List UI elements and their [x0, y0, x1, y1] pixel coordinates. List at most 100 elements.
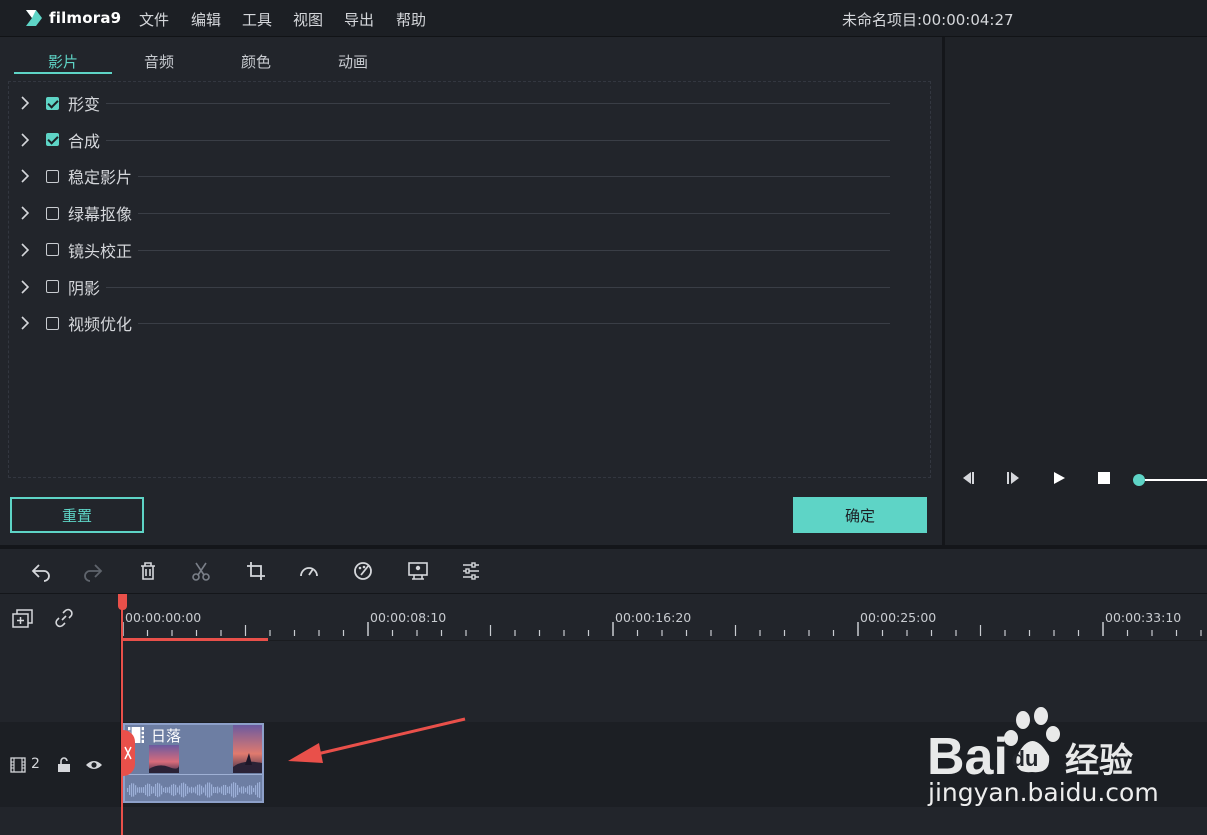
delete-icon[interactable] — [137, 560, 159, 582]
effect-checkbox[interactable] — [46, 133, 59, 147]
speed-icon[interactable] — [298, 560, 320, 582]
effect-checkbox[interactable] — [46, 206, 59, 220]
waveform-bar — [175, 784, 177, 796]
film-icon — [10, 757, 26, 773]
logo-text: filmora9 — [49, 9, 122, 27]
effect-row[interactable]: 镜头校正 — [16, 238, 132, 262]
waveform-bar — [145, 784, 147, 796]
effect-row[interactable]: 阴影 — [16, 275, 100, 299]
waveform-bar — [137, 787, 139, 793]
play-icon[interactable] — [1050, 469, 1068, 487]
prev-frame-icon[interactable] — [959, 469, 977, 487]
effect-row-separator — [106, 103, 890, 104]
waveform-bar — [229, 786, 231, 794]
waveform-bar — [219, 787, 221, 793]
waveform-bar — [245, 787, 247, 793]
waveform-bar — [143, 787, 145, 793]
ruler-label: 00:00:08:10 — [370, 610, 447, 625]
waveform-bar — [141, 787, 143, 793]
chevron-right-icon[interactable] — [16, 94, 34, 112]
playback-slider-handle[interactable] — [1133, 474, 1145, 486]
waveform-bar — [209, 782, 211, 798]
effect-row-separator — [138, 249, 890, 251]
undo-icon[interactable] — [30, 560, 52, 582]
active-tab-indicator — [14, 72, 112, 74]
waveform-bar — [169, 786, 171, 794]
waveform-bar — [207, 782, 209, 798]
timeline-ruler[interactable]: 00:00:00:00 00:00:08:10 00:00:16:20 00:00:2… — [121, 594, 1207, 640]
chevron-right-icon[interactable] — [16, 241, 34, 259]
eye-icon[interactable] — [85, 758, 103, 772]
waveform-bar — [171, 784, 173, 796]
clip-thumbnail-right — [233, 725, 262, 773]
link-icon[interactable] — [54, 608, 74, 628]
next-frame-icon[interactable] — [1004, 469, 1022, 487]
menu-export[interactable]: 导出 — [344, 9, 374, 30]
effect-row[interactable]: 合成 — [16, 128, 100, 152]
effect-row-separator — [138, 176, 890, 178]
effect-row[interactable]: 稳定影片 — [16, 164, 132, 188]
green-screen-icon[interactable] — [407, 560, 429, 582]
tab-color[interactable]: 颜色 — [207, 51, 305, 72]
chevron-right-icon[interactable] — [16, 278, 34, 296]
project-title: 未命名项目:00:00:04:27 — [842, 11, 1014, 29]
ok-button[interactable]: 确定 — [793, 497, 927, 533]
playback-slider-track[interactable] — [1145, 479, 1207, 481]
waveform-bar — [131, 783, 133, 797]
video-clip[interactable]: 日落 — [123, 723, 264, 803]
chevron-right-icon[interactable] — [16, 167, 34, 185]
cut-icon[interactable] — [190, 560, 212, 582]
tab-audio[interactable]: 音频 — [110, 51, 208, 72]
waveform-bar — [151, 786, 153, 794]
chevron-right-icon[interactable] — [16, 131, 34, 149]
add-track-icon[interactable] — [12, 609, 34, 629]
lock-icon[interactable] — [57, 757, 71, 773]
stop-icon[interactable] — [1095, 469, 1113, 487]
menu-edit[interactable]: 编辑 — [191, 9, 221, 30]
effect-label: 绿幕抠像 — [68, 205, 133, 225]
clip-title: 日落 — [151, 727, 182, 745]
menu-file[interactable]: 文件 — [139, 9, 169, 30]
menu-help[interactable]: 帮助 — [396, 9, 426, 30]
effect-row[interactable]: 视频优化 — [16, 311, 132, 335]
tab-video[interactable]: 影片 — [14, 51, 112, 72]
effect-checkbox[interactable] — [46, 316, 59, 330]
render-progress-bar — [123, 638, 268, 641]
annotation-arrow — [288, 717, 466, 763]
waveform-bar — [205, 784, 207, 796]
chevron-right-icon[interactable] — [16, 204, 34, 222]
effect-checkbox[interactable] — [46, 243, 59, 257]
effect-row[interactable]: 绿幕抠像 — [16, 201, 132, 225]
waveform-bar — [193, 787, 195, 793]
watermark-url: jingyan.baidu.com — [928, 778, 1159, 807]
menu-view[interactable]: 视图 — [293, 9, 323, 30]
effect-checkbox[interactable] — [46, 169, 59, 183]
effect-label: 阴影 — [68, 278, 101, 298]
clip-trim-handle[interactable] — [121, 730, 135, 776]
waveform-bar — [129, 784, 131, 796]
color-icon[interactable] — [352, 560, 374, 582]
waveform-bar — [247, 786, 249, 794]
properties-panel: 影片 音频 颜色 动画 重置 确定 形变合成稳定影片绿幕抠像镜头校正阴影视频优化 — [0, 37, 938, 545]
chevron-right-icon[interactable] — [16, 314, 34, 332]
effect-checkbox[interactable] — [46, 280, 59, 293]
effect-checkbox[interactable] — [46, 96, 59, 110]
redo-icon[interactable] — [82, 560, 104, 582]
adjust-icon[interactable] — [460, 560, 482, 582]
waveform-bar — [163, 787, 165, 793]
audio-waveform — [127, 782, 261, 798]
waveform-bar — [161, 785, 163, 795]
watermark-brand2: 经验 — [1065, 741, 1133, 781]
waveform-bar — [249, 785, 251, 795]
reset-button[interactable]: 重置 — [10, 497, 144, 533]
playhead-line[interactable] — [121, 594, 123, 835]
menu-tools[interactable]: 工具 — [242, 9, 272, 30]
tab-animation[interactable]: 动画 — [304, 51, 402, 72]
waveform-bar — [217, 786, 219, 794]
playback-controls — [945, 469, 1207, 493]
effect-row[interactable]: 形变 — [16, 91, 100, 115]
crop-icon[interactable] — [245, 560, 267, 582]
waveform-bar — [233, 782, 235, 798]
playhead-handle[interactable] — [118, 594, 127, 610]
waveform-bar — [149, 783, 151, 797]
